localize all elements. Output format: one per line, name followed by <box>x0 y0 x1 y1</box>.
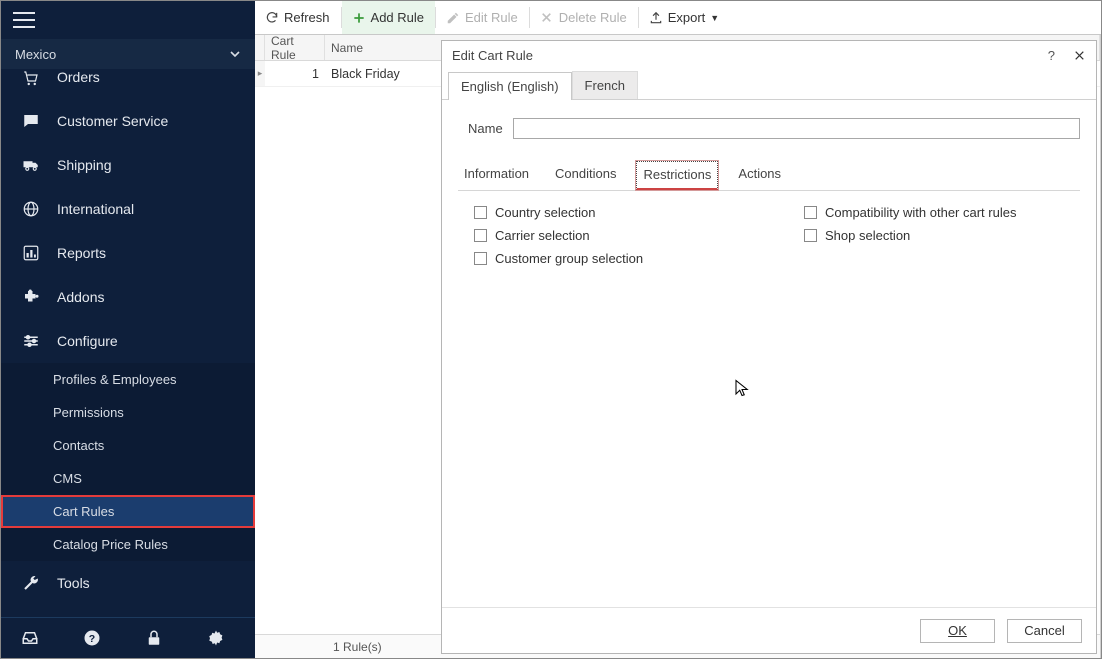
sub-item-catalog-price-rules[interactable]: Catalog Price Rules <box>1 528 255 561</box>
export-icon <box>649 11 663 25</box>
col-cart-rule[interactable]: Cart Rule <box>265 35 325 60</box>
cart-icon <box>21 69 41 87</box>
sidebar-item-international[interactable]: International <box>1 187 255 231</box>
globe-icon <box>21 200 41 218</box>
sidebar-bottom: ? <box>1 617 255 658</box>
lock-icon[interactable] <box>145 629 173 647</box>
sidebar-item-configure[interactable]: Configure <box>1 319 255 363</box>
inner-tabs: Information Conditions Restrictions Acti… <box>458 161 1080 191</box>
checkbox-compatibility[interactable]: Compatibility with other cart rules <box>804 205 1016 220</box>
plus-icon <box>352 11 366 25</box>
sub-item-contacts[interactable]: Contacts <box>1 429 255 462</box>
region-selector[interactable]: Mexico <box>1 39 255 69</box>
checkbox-customer-group[interactable]: Customer group selection <box>474 251 744 266</box>
help-icon[interactable]: ? <box>83 629 111 647</box>
chevron-down-icon <box>229 48 241 60</box>
edit-cart-rule-dialog: Edit Cart Rule ? English (English) Frenc… <box>441 40 1097 654</box>
sidebar-item-addons[interactable]: Addons <box>1 275 255 319</box>
dialog-title-text: Edit Cart Rule <box>452 48 533 63</box>
language-tabs: English (English) French <box>442 69 1096 100</box>
sidebar-item-label: International <box>57 201 134 217</box>
refresh-icon <box>265 11 279 25</box>
sidebar-item-customer-service[interactable]: Customer Service <box>1 99 255 143</box>
restrictions-panel: Country selection Carrier selection Cust… <box>474 205 1080 266</box>
tab-restrictions[interactable]: Restrictions <box>636 161 718 190</box>
toolbar: Refresh Add Rule Edit Rule <box>255 1 1101 35</box>
lang-tab-french[interactable]: French <box>572 71 638 99</box>
wrench-icon <box>21 574 41 592</box>
cell-id: 1 <box>265 61 325 86</box>
sidebar-nav: Orders Customer Service Shipping Interna… <box>1 69 255 617</box>
dialog-body: Name Information Conditions Restrictions… <box>442 100 1096 607</box>
x-icon <box>540 11 554 25</box>
pencil-icon <box>446 11 460 25</box>
sidebar-item-label: Reports <box>57 245 106 261</box>
help-icon[interactable]: ? <box>1048 48 1055 63</box>
region-label: Mexico <box>15 47 56 62</box>
sidebar-item-reports[interactable]: Reports <box>1 231 255 275</box>
checkbox-icon <box>474 229 487 242</box>
sidebar-top <box>1 1 255 39</box>
name-label: Name <box>468 121 503 136</box>
refresh-button[interactable]: Refresh <box>255 1 341 34</box>
sidebar-item-label: Configure <box>57 333 118 349</box>
name-input[interactable] <box>513 118 1080 139</box>
sidebar-item-label: Orders <box>57 69 100 85</box>
sidebar-item-tools[interactable]: Tools <box>1 561 255 605</box>
sidebar: Mexico Orders Customer Service <box>1 1 255 658</box>
sidebar-item-shipping[interactable]: Shipping <box>1 143 255 187</box>
sub-item-profiles[interactable]: Profiles & Employees <box>1 363 255 396</box>
hamburger-icon[interactable] <box>13 12 35 28</box>
chart-icon <box>21 244 41 262</box>
sub-item-permissions[interactable]: Permissions <box>1 396 255 429</box>
tab-actions[interactable]: Actions <box>732 161 787 190</box>
checkbox-icon <box>804 206 817 219</box>
tab-information[interactable]: Information <box>458 161 535 190</box>
sidebar-item-orders[interactable]: Orders <box>1 69 255 99</box>
truck-icon <box>21 156 41 174</box>
gear-icon[interactable] <box>207 629 235 647</box>
dialog-titlebar: Edit Cart Rule ? <box>442 41 1096 69</box>
sidebar-item-label: Shipping <box>57 157 112 173</box>
row-handle-header <box>255 35 265 60</box>
sidebar-item-label: Addons <box>57 289 104 305</box>
puzzle-icon <box>21 288 41 306</box>
sidebar-item-label: Customer Service <box>57 113 168 129</box>
checkbox-icon <box>474 206 487 219</box>
tab-conditions[interactable]: Conditions <box>549 161 622 190</box>
sub-item-cart-rules[interactable]: Cart Rules <box>1 495 255 528</box>
edit-rule-button[interactable]: Edit Rule <box>436 1 529 34</box>
checkbox-icon <box>804 229 817 242</box>
ok-button[interactable]: OK <box>920 619 995 643</box>
export-button[interactable]: Export ▼ <box>639 1 731 34</box>
dialog-footer: OK Cancel <box>442 607 1096 653</box>
add-rule-button[interactable]: Add Rule <box>342 1 435 34</box>
lang-tab-english[interactable]: English (English) <box>448 72 572 100</box>
close-icon[interactable] <box>1073 49 1086 62</box>
delete-rule-button[interactable]: Delete Rule <box>530 1 638 34</box>
checkbox-carrier-selection[interactable]: Carrier selection <box>474 228 744 243</box>
checkbox-country-selection[interactable]: Country selection <box>474 205 744 220</box>
chat-icon <box>21 112 41 130</box>
checkbox-shop-selection[interactable]: Shop selection <box>804 228 1016 243</box>
checkbox-icon <box>474 252 487 265</box>
row-handle: ▸ <box>255 61 265 86</box>
caret-down-icon: ▼ <box>710 13 719 23</box>
inbox-icon[interactable] <box>21 629 49 647</box>
sliders-icon <box>21 332 41 350</box>
cancel-button[interactable]: Cancel <box>1007 619 1082 643</box>
name-field-row: Name <box>468 118 1080 139</box>
sub-item-cms[interactable]: CMS <box>1 462 255 495</box>
svg-text:?: ? <box>89 633 95 645</box>
sidebar-item-label: Tools <box>57 575 90 591</box>
